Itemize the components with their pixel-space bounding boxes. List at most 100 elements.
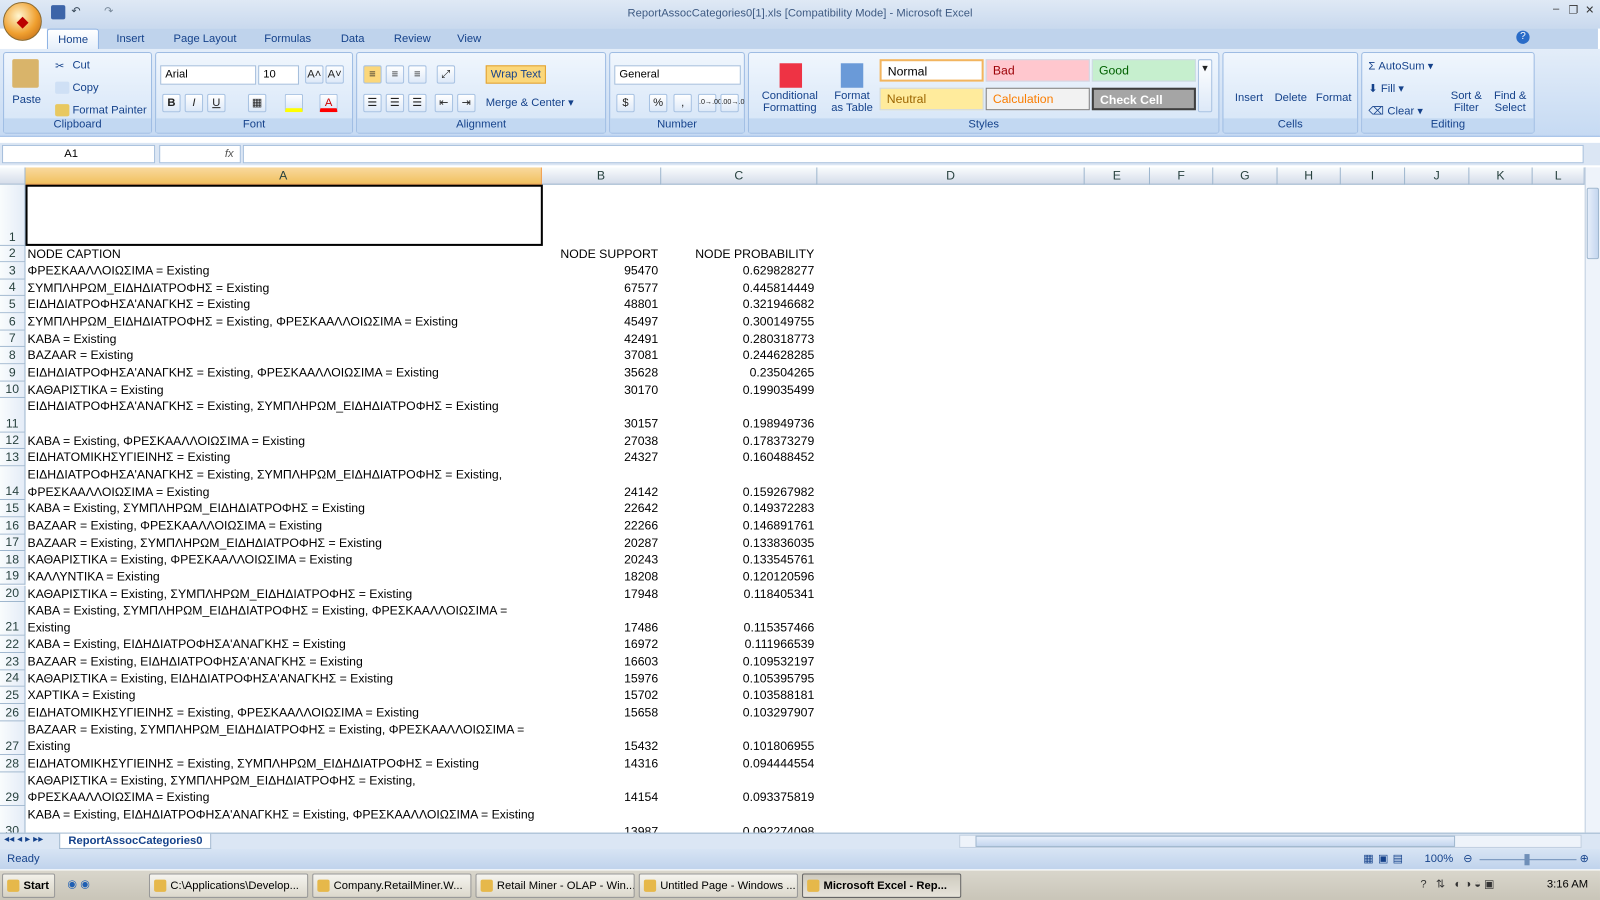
decrease-indent-icon[interactable]: ⇤	[434, 93, 454, 113]
cell-caption[interactable]: BAZAAR = Existing, ΣΥΜΠΛΗΡΩΜ_ΕΙΔΗΔΙΑΤΡΟΦ…	[28, 534, 540, 551]
column-header-j[interactable]: J	[1405, 167, 1470, 185]
row-header[interactable]: 29	[0, 772, 26, 807]
cell-probability[interactable]: 0.149372283	[661, 500, 816, 517]
cell-support[interactable]: 15432	[542, 721, 660, 755]
column-header-g[interactable]: G	[1213, 167, 1278, 185]
number-format-select[interactable]: General	[614, 65, 741, 85]
quick-launch-icon[interactable]: ◉ ◉	[67, 878, 90, 891]
cell-support[interactable]: 17486	[542, 602, 660, 636]
row-header[interactable]: 24	[0, 670, 26, 688]
cell-probability[interactable]: 0.160488452	[661, 449, 816, 466]
cell-probability[interactable]: 0.321946682	[661, 296, 816, 313]
row-header[interactable]: 22	[0, 636, 26, 654]
row-header[interactable]: 16	[0, 517, 26, 535]
cell-support[interactable]: 15702	[542, 687, 660, 704]
cell-caption[interactable]: ΕΙΔΗΔΙΑΤΡΟΦΗΣΑ'ΑΝΑΓΚΗΣ = Existing, ΣΥΜΠΛ…	[28, 466, 540, 500]
cell-caption[interactable]: ΚΑΛΛΥΝΤΙΚΑ = Existing	[28, 568, 540, 585]
cell-caption[interactable]: ΧΑΡΤΙΚΑ = Existing	[28, 687, 540, 704]
formula-input[interactable]	[242, 144, 1584, 164]
tab-review[interactable]: Review	[384, 29, 441, 50]
taskbar-item[interactable]: Retail Miner - OLAP - Win...	[475, 873, 635, 898]
close-icon[interactable]: ✕	[1583, 3, 1597, 16]
zoom-out-icon[interactable]: ⊖	[1463, 852, 1472, 865]
delete-cells-button[interactable]: Delete	[1270, 59, 1311, 104]
help-icon[interactable]: ?	[1516, 30, 1530, 44]
cell-support[interactable]: 95470	[542, 262, 660, 279]
zoom-in-icon[interactable]: ⊕	[1580, 852, 1589, 865]
row-header[interactable]: 26	[0, 704, 26, 722]
cell-caption[interactable]: ΚΑΘΑΡΙΣΤΙΚΑ = Existing	[28, 381, 540, 398]
cell-support[interactable]: 20287	[542, 534, 660, 551]
row-header[interactable]: 18	[0, 551, 26, 569]
row-header[interactable]: 20	[0, 585, 26, 603]
tab-formulas[interactable]: Formulas	[254, 29, 321, 50]
column-header-i[interactable]: I	[1340, 167, 1406, 185]
row-header[interactable]: 5	[0, 296, 26, 314]
row-header[interactable]: 17	[0, 534, 26, 552]
cell-support[interactable]: 42491	[542, 330, 660, 347]
redo-icon[interactable]: ↷	[104, 4, 113, 17]
cell-probability[interactable]: 0.111966539	[661, 636, 816, 653]
cell-probability[interactable]: 0.094444554	[661, 755, 816, 772]
cell-support[interactable]: 30170	[542, 381, 660, 398]
merge-center-button[interactable]: Merge & Center ▾	[486, 96, 574, 109]
row-header[interactable]: 8	[0, 347, 26, 365]
sheet-tab[interactable]: ReportAssocCategories0	[59, 833, 212, 849]
column-header-b[interactable]: B	[541, 167, 662, 185]
tab-page-layout[interactable]: Page Layout	[163, 29, 246, 50]
active-cell-a1[interactable]	[25, 184, 543, 246]
select-all-corner[interactable]	[0, 167, 26, 185]
row-header[interactable]: 3	[0, 262, 26, 280]
cell-caption[interactable]: ΣΥΜΠΛΗΡΩΜ_ΕΙΔΗΔΙΑΤΡΟΦΗΣ = Existing, ΦΡΕΣ…	[28, 313, 540, 330]
wrap-text-button[interactable]: Wrap Text	[485, 65, 547, 84]
paste-button[interactable]: Paste	[12, 94, 41, 106]
currency-button[interactable]: $	[616, 93, 635, 113]
format-as-table-button[interactable]: Format as Table	[828, 59, 876, 115]
row-header[interactable]: 9	[0, 364, 26, 382]
cell-caption[interactable]: ΚΑΘΑΡΙΣΤΙΚΑ = Existing, ΦΡΕΣΚΑΑΛΛΟΙΩΣΙΜΑ…	[28, 551, 540, 568]
style-normal[interactable]: Normal	[879, 59, 984, 82]
row-header[interactable]: 11	[0, 398, 26, 433]
insert-function-button[interactable]: fx	[159, 144, 241, 164]
start-button[interactable]: Start	[2, 873, 56, 898]
office-button[interactable]: ◆	[3, 2, 42, 41]
row-header[interactable]: 4	[0, 279, 26, 297]
cell-caption[interactable]: ΚΑΒΑ = Existing	[28, 330, 540, 347]
row-header[interactable]: 10	[0, 381, 26, 399]
row-header[interactable]: 15	[0, 500, 26, 518]
cell-caption[interactable]: NODE CAPTION	[28, 245, 540, 262]
cell-caption[interactable]: ΚΑΘΑΡΙΣΤΙΚΑ = Existing, ΣΥΜΠΛΗΡΩΜ_ΕΙΔΗΔΙ…	[28, 772, 540, 806]
cell-support[interactable]: 48801	[542, 296, 660, 313]
column-header-h[interactable]: H	[1277, 167, 1341, 185]
cell-probability[interactable]: 0.118405341	[661, 585, 816, 602]
shrink-font-button[interactable]: A˅	[325, 65, 344, 84]
cell-probability[interactable]: 0.120120596	[661, 568, 816, 585]
cut-button[interactable]: ✂ Cut	[55, 59, 90, 72]
cell-probability[interactable]: 0.103297907	[661, 704, 816, 721]
cell-caption[interactable]: ΕΙΔΗΔΙΑΤΡΟΦΗΣΑ'ΑΝΑΓΚΗΣ = Existing, ΦΡΕΣΚ…	[28, 364, 540, 381]
cell-support[interactable]: NODE SUPPORT	[542, 245, 660, 262]
cell-probability[interactable]: 0.092274098	[661, 806, 816, 833]
style-good[interactable]: Good	[1091, 59, 1196, 82]
cell-caption[interactable]: ΚΑΒΑ = Existing, ΕΙΔΗΔΙΑΤΡΟΦΗΣΑ'ΑΝΑΓΚΗΣ …	[28, 806, 540, 833]
spreadsheet-grid[interactable]: ABCDEFGHIJKL 1 2 NODE CAPTION NODE SUPPORT N…	[0, 167, 1585, 833]
cell-support[interactable]: 15658	[542, 704, 660, 721]
cell-support[interactable]: 17948	[542, 585, 660, 602]
align-right-icon[interactable]: ☰	[408, 93, 427, 113]
scroll-thumb[interactable]	[975, 835, 1456, 847]
cell-support[interactable]: 13987	[542, 806, 660, 833]
cell-probability[interactable]: 0.105395795	[661, 670, 816, 687]
vertical-scrollbar[interactable]	[1584, 167, 1600, 833]
taskbar-item[interactable]: Microsoft Excel - Rep...	[802, 873, 962, 898]
styles-more-button[interactable]: ▾	[1197, 59, 1213, 113]
zoom-level[interactable]: 100%	[1424, 853, 1453, 865]
cell-probability[interactable]: 0.280318773	[661, 330, 816, 347]
sort-filter-button[interactable]: Sort & Filter	[1446, 59, 1487, 114]
cell-probability[interactable]: 0.093375819	[661, 772, 816, 806]
tab-view[interactable]: View	[447, 29, 492, 50]
cell-support[interactable]: 15976	[542, 670, 660, 687]
cell-probability[interactable]: 0.199035499	[661, 381, 816, 398]
increase-decimal-button[interactable]: .0→.00	[697, 93, 722, 113]
row-header[interactable]: 6	[0, 313, 26, 331]
column-header-f[interactable]: F	[1149, 167, 1214, 185]
